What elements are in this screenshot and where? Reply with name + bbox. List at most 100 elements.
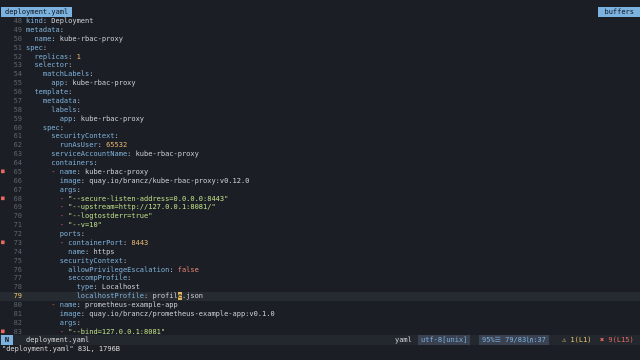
line-number: 49 <box>13 25 22 34</box>
line-text: securityContext: <box>26 257 127 266</box>
line-text: - "--upstream=http://127.0.0.1:8081/" <box>26 203 216 212</box>
line-text: name: https <box>26 247 115 257</box>
token: metadata <box>42 96 77 105</box>
code-line[interactable]: ■ 73 - containerPort: 8443 <box>0 239 640 248</box>
code-line[interactable]: 52 replicas: 1 <box>0 53 640 62</box>
token: : kube-rbac-proxy <box>63 79 136 88</box>
terminal-window: deployment.yaml buffers 48 kind: Deployme… <box>0 0 640 360</box>
token: name <box>59 301 77 309</box>
token: false <box>177 265 199 274</box>
line-text: securityContext: <box>26 132 118 141</box>
code-line[interactable]: 48 kind: Deployment <box>0 17 640 26</box>
code-line[interactable]: ■ 68 - "--secure-listen-address=0.0.0.0:8… <box>0 195 640 204</box>
token: securityContext <box>51 132 115 141</box>
line-number: 51 <box>13 43 22 52</box>
token: template <box>34 88 69 96</box>
code-line[interactable]: 57 metadata: <box>0 97 640 106</box>
line-number: 53 <box>13 61 22 70</box>
line-number: 82 <box>13 318 22 327</box>
line-text: type: Localhost <box>26 283 140 292</box>
code-line[interactable]: 61 securityContext: <box>0 132 640 141</box>
current-line[interactable]: 79 localhostProfile: profile.json <box>0 292 640 301</box>
line-number: 57 <box>13 96 22 105</box>
code-line[interactable]: 60 spec: <box>0 124 640 133</box>
token: : https <box>85 247 115 256</box>
code-line[interactable]: 78 type: Localhost <box>0 283 640 292</box>
code-line[interactable]: 69 - "--upstream=http://127.0.0.1:8081/" <box>0 203 640 212</box>
status-position: 95%☰ 79/83㏑:37 <box>479 335 549 345</box>
line-text: metadata: <box>26 97 81 106</box>
token: : kube-rbac-proxy <box>127 150 199 159</box>
token: : <box>68 61 73 70</box>
code-line[interactable]: 81 image: quay.io/brancz/prometheus-exam… <box>0 310 640 319</box>
line-number: 70 <box>13 212 22 221</box>
line-number: 64 <box>13 159 22 167</box>
command-line[interactable]: "deployment.yaml" 83L, 1796B <box>2 345 120 354</box>
vim-editor[interactable]: deployment.yaml buffers 48 kind: Deployme… <box>0 0 640 360</box>
buffer-text-area[interactable]: 48 kind: Deployment 49 metadata: 50 name: ku… <box>0 17 640 337</box>
tab-deployment-yaml[interactable]: deployment.yaml <box>1 7 73 17</box>
line-text: replicas: 1 <box>26 52 81 62</box>
line-text: containers: <box>26 159 97 168</box>
token: 1 <box>76 52 81 61</box>
code-line[interactable]: 67 args: <box>0 186 640 195</box>
code-line[interactable]: 51 spec: <box>0 44 640 53</box>
code-line[interactable]: 70 - "--logtostderr=true" <box>0 212 640 221</box>
code-line[interactable]: 54 matchLabels: <box>0 70 640 79</box>
token: : prometheus-example-app <box>76 301 178 309</box>
code-line[interactable]: 75 securityContext: <box>0 257 640 266</box>
token: : Deployment <box>42 17 94 25</box>
code-line[interactable]: 80 - name: prometheus-example-app <box>0 301 640 310</box>
code-line[interactable]: 71 - "--v=10" <box>0 221 640 230</box>
line-number: 60 <box>13 123 22 132</box>
line-text: - "--v=10" <box>26 221 102 230</box>
token: "--upstream=http://127.0.0.1:8081/" <box>68 203 216 212</box>
token: app <box>59 114 73 123</box>
status-filename: deployment.yaml <box>26 336 90 344</box>
token: spec <box>26 43 43 52</box>
code-line[interactable]: 64 containers: <box>0 159 640 168</box>
code-line[interactable]: 56 template: <box>0 88 640 97</box>
line-number: 78 <box>13 283 22 292</box>
code-line[interactable]: 72 ports: <box>0 230 640 239</box>
line-text: kind: Deployment <box>26 17 93 26</box>
code-line[interactable]: 49 metadata: <box>0 26 640 35</box>
token: selector <box>34 61 69 70</box>
token: matchLabels <box>42 70 90 79</box>
code-line[interactable]: ■ 65 - name: kube-rbac-proxy <box>0 168 640 177</box>
token: name <box>34 34 52 43</box>
line-number: 66 <box>13 176 22 185</box>
code-line[interactable]: 50 name: kube-rbac-proxy <box>0 35 640 44</box>
line-text: runAsUser: 65532 <box>26 141 127 150</box>
token: - <box>59 212 69 221</box>
code-line[interactable]: 66 image: quay.io/brancz/kube-rbac-proxy… <box>0 177 640 186</box>
code-line[interactable]: 76 allowPrivilegeEscalation: false <box>0 266 640 275</box>
line-text: localhostProfile: profile.json <box>26 292 203 301</box>
code-line[interactable]: 77 seccompProfile: <box>0 274 640 283</box>
line-number: 65 <box>13 167 22 176</box>
token: : Localhost <box>93 283 140 292</box>
code-line[interactable]: 59 app: kube-rbac-proxy <box>0 115 640 124</box>
code-line[interactable]: 58 labels: <box>0 106 640 115</box>
token: metadata <box>26 25 60 34</box>
token: args <box>59 318 77 327</box>
code-line[interactable]: 62 runAsUser: 65532 <box>0 141 640 150</box>
code-line[interactable]: 82 args: <box>0 319 640 328</box>
line-number: 62 <box>13 141 22 150</box>
code-line[interactable]: 63 serviceAccountName: kube-rbac-proxy <box>0 150 640 159</box>
token: : quay.io/brancz/prometheus-example-app:… <box>80 309 275 318</box>
token: : <box>68 88 73 96</box>
code-line[interactable]: 74 name: https <box>0 248 640 257</box>
token: "--v=10" <box>68 221 102 230</box>
line-text: args: <box>26 319 81 328</box>
code-line[interactable]: 55 app: kube-rbac-proxy <box>0 79 640 88</box>
line-number: 71 <box>13 221 22 230</box>
line-number: 55 <box>13 79 22 88</box>
code-line[interactable]: 53 selector: <box>0 61 640 70</box>
diagnostic-sign-icon: ■ <box>1 194 5 202</box>
